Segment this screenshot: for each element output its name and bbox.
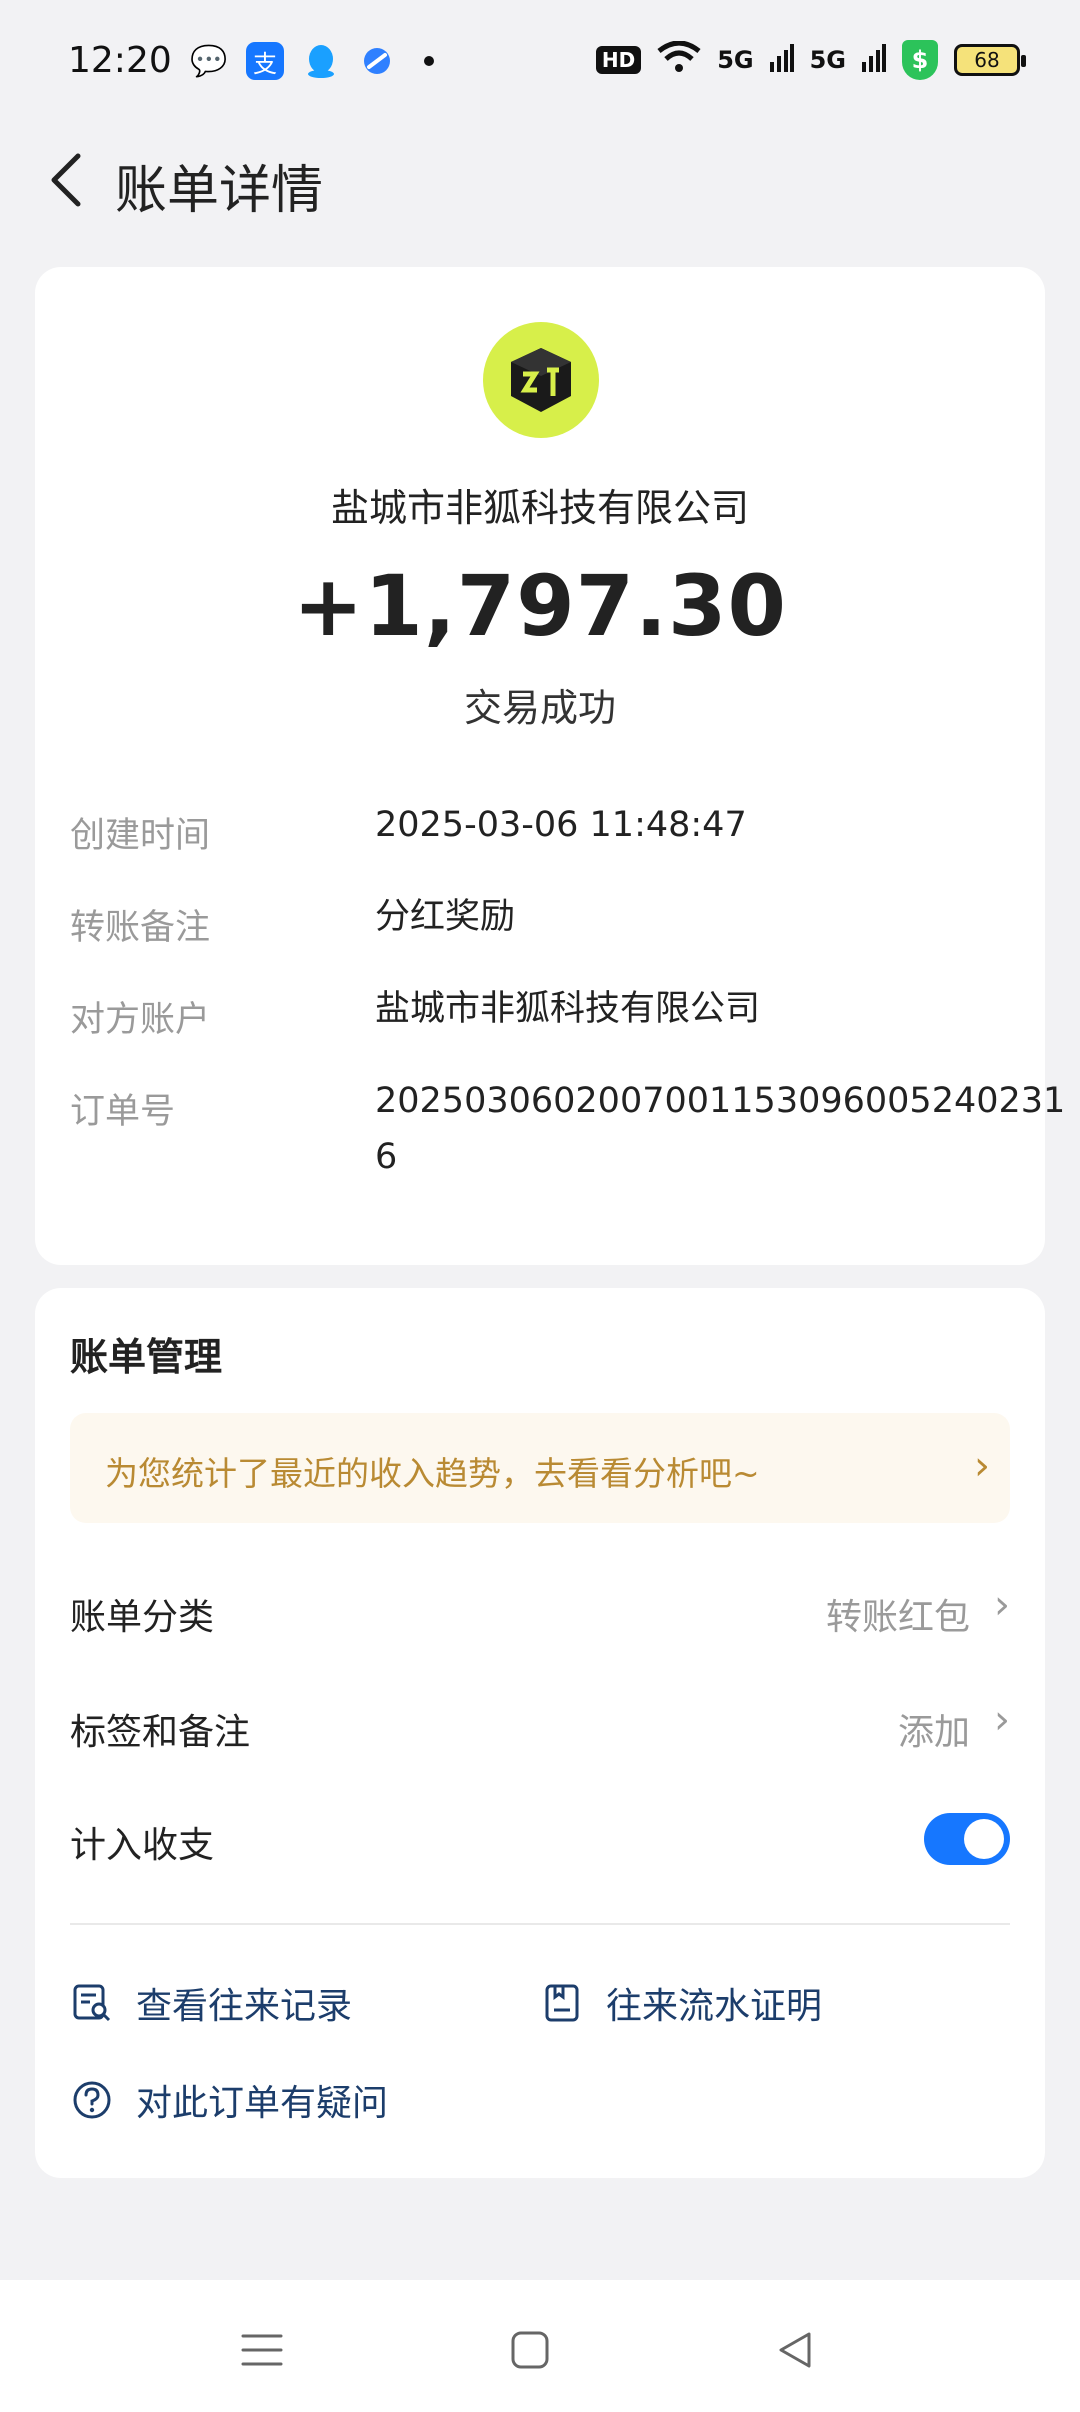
- home-button[interactable]: [500, 2320, 560, 2380]
- signal-2-icon: [862, 44, 886, 76]
- page-title: 账单详情: [115, 161, 324, 221]
- income-trend-banner[interactable]: 为您统计了最近的收入趋势，去看看分析吧~ ›: [70, 1413, 1010, 1523]
- flow-proof-link[interactable]: 往来流水证明: [540, 1973, 822, 2033]
- detail-value[interactable]: 分红奖励: [375, 889, 1075, 945]
- order-question-link[interactable]: 对此订单有疑问: [70, 2070, 388, 2130]
- status-bar: 12:20 💬 支 HD 5G 5G $ 68: [0, 0, 1080, 125]
- toggle-knob: [964, 1819, 1004, 1859]
- setting-label: 计入收支: [70, 1825, 215, 1866]
- status-app-icons: 💬 支: [190, 42, 434, 80]
- include-in-balance-row: 计入收支: [70, 1798, 1010, 1878]
- merchant-logo-icon: [483, 322, 599, 438]
- signal-1-label: 5G: [717, 46, 754, 74]
- setting-label: 账单分类: [70, 1597, 215, 1638]
- chevron-right-icon: ›: [974, 1443, 990, 1489]
- back-nav-button[interactable]: [765, 2320, 825, 2380]
- signal-1-icon: [769, 44, 794, 76]
- link-text: 往来流水证明: [606, 1986, 823, 2027]
- qq-icon: [302, 42, 340, 80]
- detail-label: 创建时间: [70, 816, 211, 856]
- page: 12:20 💬 支 HD 5G 5G $ 68 账单详情 盐城市非狐科技有限公司…: [0, 0, 1080, 2412]
- shield-icon: $: [902, 40, 938, 80]
- battery-icon: 68: [954, 44, 1026, 76]
- wechat-icon: 💬: [190, 43, 228, 79]
- chevron-right-icon: ›: [994, 1582, 1010, 1628]
- home-icon: [511, 2331, 549, 2369]
- setting-value: 添加: [897, 1712, 970, 1753]
- header: 账单详情: [0, 130, 1080, 230]
- detail-label: 对方账户: [70, 1000, 211, 1040]
- link-text: 对此订单有疑问: [136, 2083, 389, 2124]
- records-search-icon: [70, 1981, 114, 2025]
- include-in-balance-toggle[interactable]: [924, 1813, 1010, 1865]
- transaction-card: 盐城市非狐科技有限公司 +1,797.30 交易成功 创建时间 2025-03-…: [35, 267, 1065, 1265]
- back-triangle-icon: [779, 2332, 811, 2368]
- setting-value: 转账红包: [825, 1597, 970, 1638]
- question-circle-icon: [70, 2078, 114, 2122]
- chevron-right-icon: ›: [994, 1697, 1010, 1743]
- divider: [70, 1923, 1010, 1925]
- notification-dot-icon: [424, 56, 434, 66]
- detail-value[interactable]: 2025-03-06 11:48:47: [375, 797, 1075, 853]
- bill-management-card: 账单管理 为您统计了最近的收入趋势，去看看分析吧~ › 账单分类 转账红包 › …: [35, 1288, 1045, 2178]
- promo-text: 为您统计了最近的收入趋势，去看看分析吧~: [105, 1454, 760, 1493]
- link-text: 查看往来记录: [136, 1986, 353, 2027]
- section-title: 账单管理: [70, 1335, 223, 1379]
- menu-icon: [241, 2334, 283, 2366]
- battery-level: 68: [974, 48, 1000, 72]
- signal-2-label: 5G: [809, 46, 846, 74]
- chevron-left-icon: [51, 153, 81, 207]
- alipay-icon: 支: [246, 42, 284, 80]
- status-system-icons: HD 5G 5G $ 68: [595, 40, 1026, 80]
- document-icon: [540, 1981, 584, 2025]
- tags-notes-row[interactable]: 标签和备注 添加 ›: [70, 1685, 1010, 1765]
- back-button[interactable]: [36, 150, 96, 210]
- menu-button[interactable]: [232, 2320, 292, 2380]
- wifi-icon: [657, 40, 701, 79]
- transaction-status: 交易成功: [463, 686, 616, 730]
- transaction-amount: +1,797.30: [293, 557, 787, 655]
- detail-value[interactable]: 盐城市非狐科技有限公司: [375, 981, 1075, 1037]
- browser-icon: [358, 42, 396, 80]
- hd-icon: HD: [595, 46, 642, 74]
- setting-label: 标签和备注: [70, 1712, 251, 1753]
- detail-value[interactable]: 20250306020070011530960052402316: [375, 1073, 1075, 1185]
- merchant-name: 盐城市非狐科技有限公司: [330, 486, 749, 530]
- detail-label: 订单号: [70, 1092, 176, 1132]
- bill-category-row[interactable]: 账单分类 转账红包 ›: [70, 1570, 1010, 1650]
- detail-label: 转账备注: [70, 908, 211, 948]
- system-navigation-bar: [0, 2280, 1080, 2412]
- view-records-link[interactable]: 查看往来记录: [70, 1973, 352, 2033]
- status-time: 12:20: [68, 40, 172, 81]
